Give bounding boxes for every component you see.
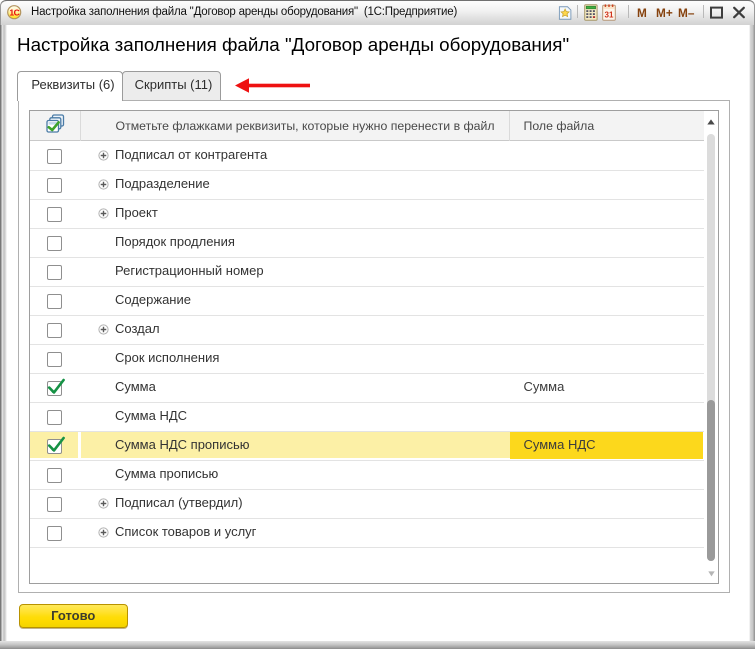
svg-text:1С: 1С — [9, 8, 19, 18]
svg-text:31: 31 — [605, 10, 614, 19]
